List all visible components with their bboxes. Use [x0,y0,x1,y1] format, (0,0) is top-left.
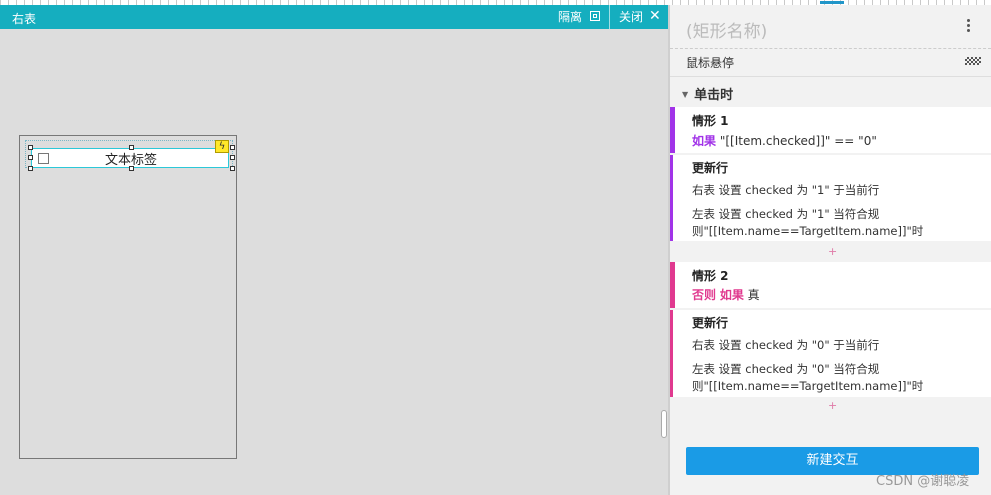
shape-name-field[interactable]: (矩形名称) [686,17,767,42]
action-detail[interactable]: 则"[[Item.name==TargetItem.name]]"时 [692,378,923,394]
more-options-icon[interactable] [967,19,971,35]
case-title: 情形 2 [692,269,729,283]
case-accent-bar [670,107,675,153]
repeater-widget[interactable] [19,135,237,459]
condition-keyword: 如果 [719,288,744,302]
interaction-lightning-icon[interactable]: ϟ [215,140,229,153]
action-detail[interactable]: 则"[[Item.name==TargetItem.name]]"时 [692,223,923,239]
condition-keyword: 如果 [692,134,717,148]
detach-button[interactable]: 隔离 [558,5,582,29]
panel-header: (矩形名称) [670,5,991,49]
case-accent-bar [670,262,675,308]
condition-text: "[[Item.checked]]" == "0" [716,134,877,148]
case-2-actions[interactable]: 更新行 右表 设置 checked 为 "0" 于当前行 左表 设置 check… [670,310,991,397]
editor-header: 右表 隔离 关闭 ✕ [0,5,668,29]
resize-handle[interactable] [129,145,134,150]
resize-handle[interactable] [28,166,33,171]
resize-handle[interactable] [129,166,134,171]
action-detail[interactable]: 左表 设置 checked 为 "1" 当符合规 [692,206,879,222]
hover-event-icon[interactable] [965,57,981,65]
resize-handle[interactable] [28,155,33,160]
collapse-triangle-icon[interactable]: ▼ [682,90,688,99]
action-detail[interactable]: 右表 设置 checked 为 "1" 于当前行 [692,182,879,198]
event-on-click[interactable]: ▼ 单击时 [682,84,733,103]
condition-else-keyword: 否则 [692,288,717,302]
case-1-header[interactable]: 情形 1 如果 "[[Item.checked]]" == "0" [670,107,991,153]
resize-handle[interactable] [230,155,235,160]
panel-resize-grip[interactable] [661,410,667,438]
resize-handle[interactable] [230,166,235,171]
interactions-panel: (矩形名称) 鼠标悬停 ▼ 单击时 情形 1 如果 "[[Item.checked… [670,5,991,495]
close-button[interactable]: 关闭 [619,5,643,29]
action-detail[interactable]: 右表 设置 checked 为 "0" 于当前行 [692,337,879,353]
case-1-actions[interactable]: 更新行 右表 设置 checked 为 "1" 于当前行 左表 设置 check… [670,155,991,241]
row-checkbox[interactable] [38,153,49,164]
case-condition[interactable]: 否则 如果 真 [692,286,760,303]
divider [670,76,991,77]
add-case-icon[interactable]: + [828,399,837,412]
case-accent-bar [670,155,673,241]
watermark: CSDN @谢聪凌 [876,474,970,489]
dashed-divider [670,48,991,49]
close-icon[interactable]: ✕ [649,5,661,29]
condition-text: 真 [743,288,760,302]
case-accent-bar [670,310,673,397]
resize-handle[interactable] [230,145,235,150]
header-separator [609,5,610,29]
detach-icon[interactable] [590,11,600,21]
add-case-icon[interactable]: + [828,245,837,258]
action-detail[interactable]: 左表 设置 checked 为 "0" 当符合规 [692,361,879,377]
resize-handle[interactable] [28,145,33,150]
action-update-row[interactable]: 更新行 [692,159,728,176]
case-2-header[interactable]: 情形 2 否则 如果 真 [670,262,991,308]
event-mouse-hover[interactable]: 鼠标悬停 [686,54,734,71]
editor-title: 右表 [12,12,37,26]
event-click-label: 单击时 [694,88,734,103]
case-condition[interactable]: 如果 "[[Item.checked]]" == "0" [692,132,877,149]
repeater-row-item[interactable]: 文本标签 ϟ [25,140,235,171]
action-update-row[interactable]: 更新行 [692,314,728,331]
case-title: 情形 1 [692,114,729,128]
ruler-marker [820,1,844,4]
